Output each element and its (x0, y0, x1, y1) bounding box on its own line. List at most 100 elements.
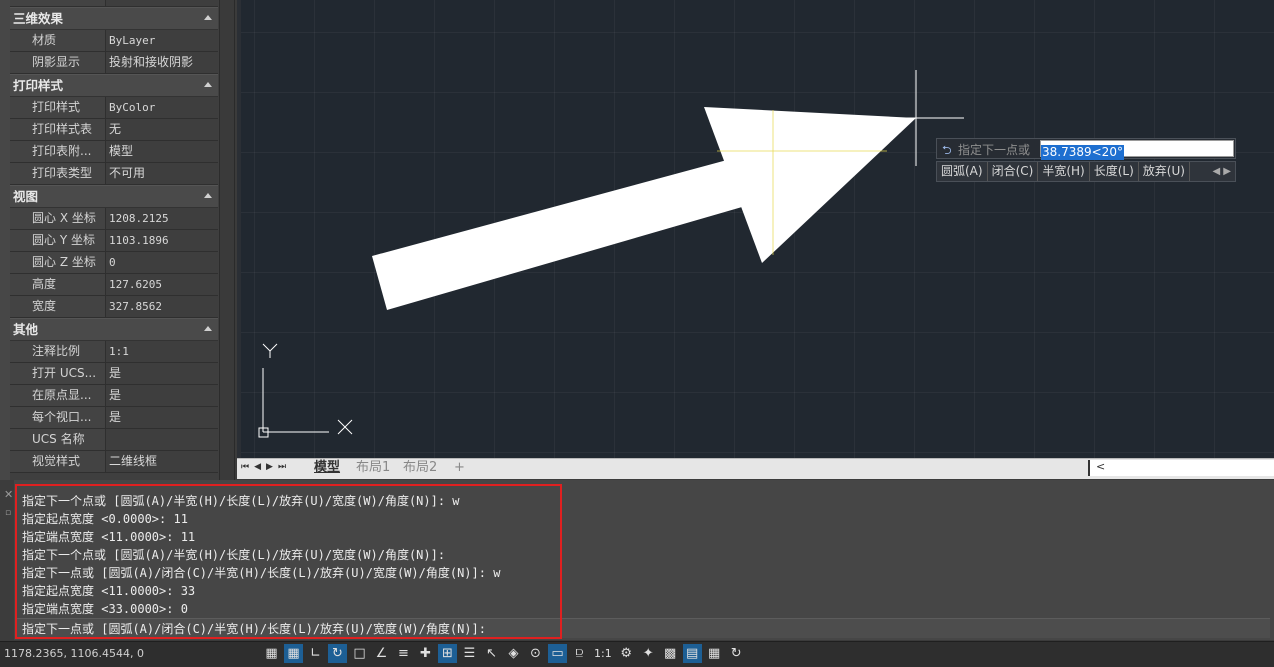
dynamic-input-option[interactable]: 半宽(H) (1038, 162, 1090, 181)
snap-grid-icon[interactable]: ▦ (284, 644, 303, 663)
command-history-line: 指定下一个点或 [圆弧(A)/半宽(H)/长度(L)/放弃(U)/宽度(W)/角… (22, 548, 446, 562)
property-row[interactable]: 打开 UCS... 是 (10, 363, 218, 385)
selection-cycling-icon[interactable]: ↖ (482, 644, 501, 663)
tab-add[interactable]: + (454, 459, 465, 477)
ortho-icon[interactable]: ∟ (306, 644, 325, 663)
property-row[interactable]: 高度 127.6205 (10, 274, 218, 296)
property-value[interactable]: 0 (106, 252, 218, 273)
properties-scrollbar[interactable] (219, 0, 234, 480)
zoom-icon[interactable]: ⊙ (526, 644, 545, 663)
close-icon[interactable]: ✕ (4, 488, 13, 501)
property-value[interactable]: 二维线框 (106, 451, 218, 472)
property-row[interactable]: 在原点显... 是 (10, 385, 218, 407)
properties-toggle-icon[interactable]: ▤ (682, 644, 702, 663)
property-row[interactable]: 打印表附... 模型 (10, 141, 218, 163)
property-value[interactable]: 1208.2125 (106, 208, 218, 229)
command-window: ✕ ▫ 指定下一个点或 [圆弧(A)/半宽(H)/长度(L)/放弃(U)/宽度(… (0, 480, 1274, 640)
drawing-canvas[interactable] (237, 0, 1274, 458)
dynamic-input-option[interactable]: 闭合(C) (988, 162, 1039, 181)
property-value[interactable]: 是 (106, 407, 218, 428)
property-value[interactable] (106, 429, 218, 450)
property-value[interactable]: 327.8562 (106, 296, 218, 317)
transparency-icon[interactable]: ☰ (460, 644, 479, 663)
panel-side-strip (0, 0, 10, 480)
collapse-caret-icon[interactable] (204, 326, 212, 331)
calculator-icon[interactable]: ▦ (705, 644, 724, 663)
grid-icon[interactable]: ▦ (262, 644, 281, 663)
property-label: 圆心 X 坐标 (10, 208, 106, 229)
polyline-arrowhead[interactable] (704, 107, 916, 263)
property-value[interactable]: ByLayer (106, 30, 218, 51)
tab-layout1[interactable]: 布局1 (356, 459, 390, 477)
property-value[interactable]: 无 (106, 119, 218, 140)
property-row[interactable]: 宽度 327.8562 (10, 296, 218, 318)
object-track-icon[interactable]: ≡ (394, 644, 413, 663)
property-label: 在原点显... (10, 385, 106, 406)
pin-icon[interactable]: ▫ (5, 508, 11, 518)
property-value[interactable]: 127.6205 (106, 274, 218, 295)
tab-layout2[interactable]: 布局2 (403, 459, 437, 477)
annotation-scale-icon[interactable]: ⫒ (570, 644, 589, 663)
annotation-scale-value[interactable]: 1:1 (592, 644, 614, 663)
property-row[interactable]: 阴影显示 投射和接收阴影 (10, 52, 218, 74)
property-value[interactable]: 不可用 (106, 163, 218, 184)
property-value[interactable]: 模型 (106, 141, 218, 162)
collapse-caret-icon[interactable] (204, 15, 212, 20)
property-value[interactable]: 是 (106, 363, 218, 384)
command-history-line: 指定下一个点或 [圆弧(A)/半宽(H)/长度(L)/放弃(U)/宽度(W)/角… (22, 494, 460, 508)
section-header[interactable]: 其他 (10, 318, 218, 341)
dynamic-input-label: 指定下一点或 (958, 143, 1031, 157)
polar-tracking-icon[interactable]: ↻ (328, 644, 347, 663)
polyline-shaft[interactable] (372, 160, 742, 310)
property-row[interactable]: 打印样式表无 (10, 119, 218, 141)
lineweight-icon[interactable]: ✚ (416, 644, 435, 663)
dynamic-input-icon[interactable]: ⊞ (438, 644, 457, 663)
section-title: 三维效果 (13, 11, 64, 26)
section-header[interactable]: 打印样式 (10, 74, 218, 97)
hardware-accel-icon[interactable]: ▩ (661, 644, 680, 663)
property-value[interactable]: 投射和接收阴影 (106, 52, 218, 73)
customize-icon[interactable]: ↻ (727, 644, 746, 663)
layout-tab-bar: ⏮◀▶⏭ 模型 布局1 布局2 + < (237, 458, 1274, 479)
osnap-icon[interactable]: □ (350, 644, 369, 663)
property-row[interactable]: 每个视口... 是 (10, 407, 218, 429)
isolate-icon[interactable]: ✦ (639, 644, 658, 663)
cursor-coordinates: 1178.2365, 1106.4544, 0 (4, 647, 144, 660)
property-row[interactable]: 注释比例 1:1 (10, 341, 218, 363)
options-scroll-arrows-icon[interactable]: ◀ ▶ (1208, 162, 1235, 181)
command-input[interactable]: 指定下一点或 [圆弧(A)/闭合(C)/半宽(H)/长度(L)/放弃(U)/宽度… (16, 618, 1270, 638)
property-row[interactable]: 视觉样式 二维线框 (10, 451, 218, 473)
property-row[interactable]: 圆心 X 坐标 1208.2125 (10, 208, 218, 230)
property-row[interactable]: UCS 名称 (10, 429, 218, 451)
collapse-caret-icon[interactable] (204, 193, 212, 198)
ucs-icon (258, 343, 353, 438)
workspace-gear-icon[interactable]: ⚙ (617, 644, 636, 663)
dynamic-input-option[interactable]: 放弃(U) (1139, 162, 1190, 181)
section-header[interactable]: 视图 (10, 185, 218, 208)
section-header[interactable]: 三维效果 (10, 7, 218, 30)
property-value[interactable]: 1103.1896 (106, 230, 218, 251)
property-value[interactable]: ByColor (106, 97, 218, 118)
property-row-partial (10, 0, 218, 7)
property-row[interactable]: 圆心 Z 坐标 0 (10, 252, 218, 274)
layers-icon[interactable]: ◈ (504, 644, 523, 663)
annotation-monitor-icon[interactable]: ▭ (548, 644, 567, 663)
tab-model[interactable]: 模型 (314, 459, 340, 477)
collapse-caret-icon[interactable] (204, 82, 212, 87)
dynamic-input-option[interactable]: 长度(L) (1090, 162, 1139, 181)
property-row[interactable]: 圆心 Y 坐标 1103.1896 (10, 230, 218, 252)
dynamic-ucs-icon[interactable]: ∠ (372, 644, 391, 663)
command-current-prompt: 指定下一点或 [圆弧(A)/闭合(C)/半宽(H)/长度(L)/放弃(U)/宽度… (22, 622, 486, 636)
tab-navigation-arrows-icon[interactable]: ⏮◀▶⏭ (241, 462, 291, 472)
property-row[interactable]: 打印表类型 不可用 (10, 163, 218, 185)
property-value[interactable]: 是 (106, 385, 218, 406)
property-value[interactable]: 1:1 (106, 341, 218, 362)
command-history-line: 指定端点宽度 <33.0000>: 0 (22, 602, 188, 616)
scroll-left-icon[interactable]: < (1096, 460, 1105, 473)
property-row[interactable]: 打印样式 ByColor (10, 97, 218, 119)
dynamic-input-field[interactable]: 38.7389<20° (1040, 140, 1234, 160)
property-row[interactable]: 材质 ByLayer (10, 30, 218, 52)
horizontal-scrollbar[interactable]: < (1088, 460, 1274, 476)
property-label: 打印样式表 (10, 119, 106, 140)
dynamic-input-option[interactable]: 圆弧(A) (937, 162, 988, 181)
